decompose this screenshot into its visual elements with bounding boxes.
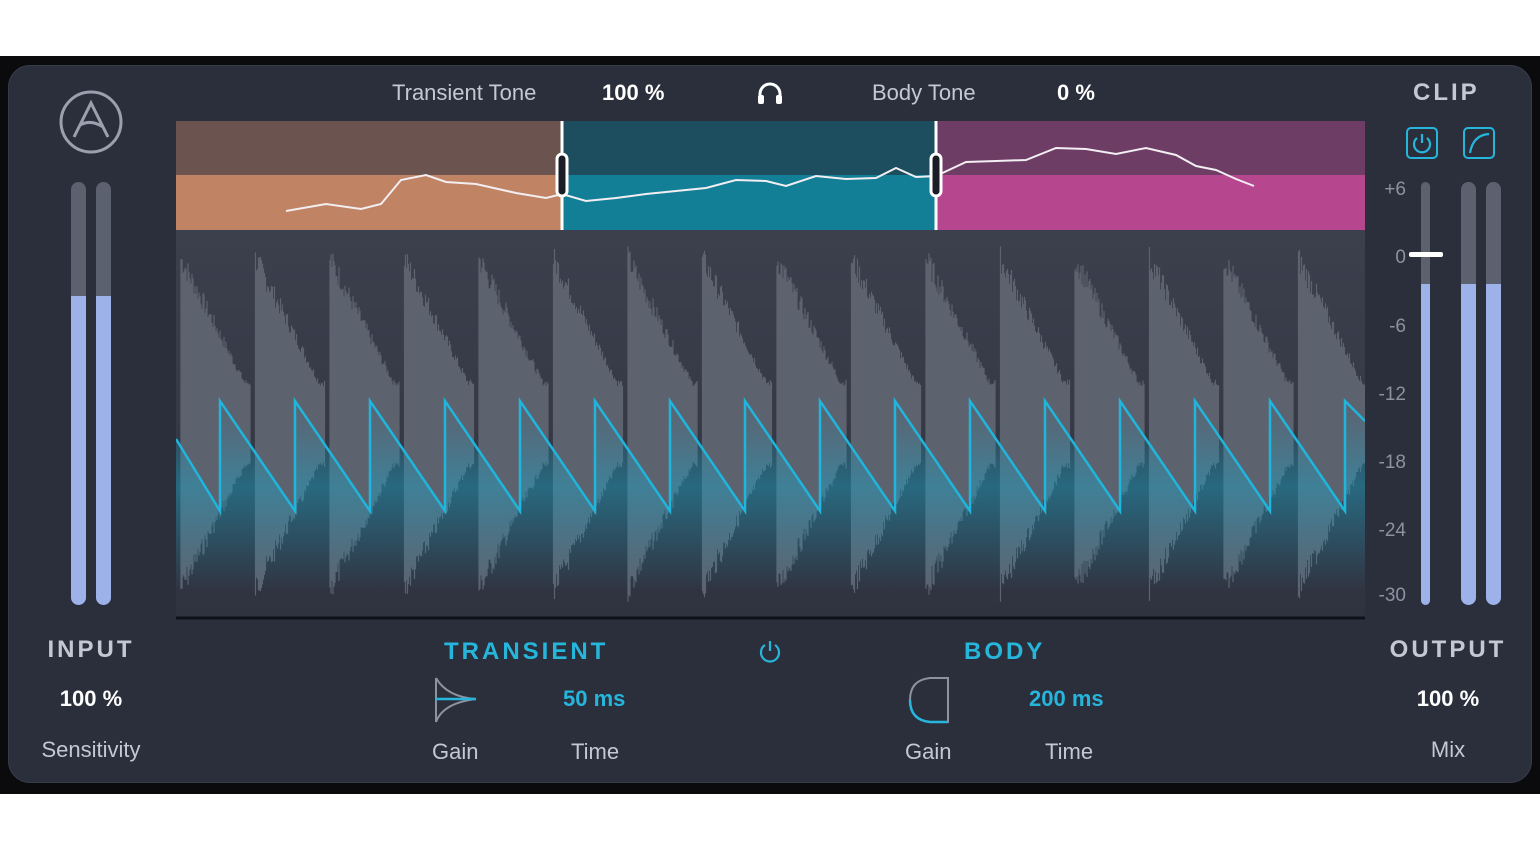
band-low-upper	[176, 121, 562, 175]
band-mid[interactable]	[562, 175, 936, 230]
output-meter-left-level	[1461, 283, 1476, 605]
splitter-mid-high-handle[interactable]	[929, 152, 943, 198]
body-time-value[interactable]: 200 ms	[1029, 686, 1104, 712]
db-tick-label: 0	[1395, 247, 1406, 268]
body-gain-label: Gain	[905, 739, 952, 764]
input-meter-left-level	[71, 296, 86, 605]
output-meter-left	[1461, 182, 1476, 605]
output-fader-track[interactable]	[1421, 182, 1430, 605]
processing-power-icon[interactable]	[757, 638, 783, 664]
clip-curve-button[interactable]	[1463, 127, 1495, 159]
body-time-label: Time	[1045, 739, 1094, 764]
output-mix-label: Mix	[1430, 737, 1466, 762]
db-tick-label: -30	[1378, 585, 1406, 606]
db-tick-label: -6	[1389, 316, 1406, 337]
output-meter-right	[1486, 182, 1501, 605]
transient-tone-label: Transient Tone	[392, 80, 537, 105]
transient-time-label: Time	[571, 739, 620, 764]
transient-gain-label: Gain	[432, 739, 479, 764]
band-low[interactable]	[176, 175, 562, 230]
splitter-low-mid-handle[interactable]	[555, 152, 569, 198]
input-title: INPUT	[47, 636, 135, 663]
band-mid-upper	[562, 121, 936, 175]
output-fader-handle[interactable]	[1409, 252, 1443, 257]
output-title: OUTPUT	[1389, 636, 1507, 663]
db-tick-label: -24	[1378, 520, 1406, 541]
body-title: BODY	[964, 638, 1046, 665]
input-sensitivity-value[interactable]: 100 %	[26, 686, 156, 712]
transient-gain-icon[interactable]	[433, 675, 479, 725]
transient-time-value[interactable]: 50 ms	[563, 686, 625, 712]
headphones-icon[interactable]	[756, 80, 784, 106]
band-high[interactable]	[936, 175, 1365, 230]
clip-title: CLIP	[1413, 79, 1480, 106]
body-tone-label: Body Tone	[872, 80, 976, 105]
output-meter-right-level	[1486, 283, 1501, 605]
clip-power-button[interactable]	[1406, 127, 1438, 159]
power-icon	[1412, 134, 1432, 154]
band-high-upper	[936, 121, 1365, 175]
db-tick-label: -12	[1378, 384, 1406, 405]
input-sensitivity-label: Sensitivity	[41, 737, 141, 762]
output-fader-level	[1421, 283, 1430, 605]
input-meter-right-level	[96, 296, 111, 605]
transient-title: TRANSIENT	[444, 638, 609, 665]
transient-tone-value[interactable]: 100 %	[602, 80, 664, 106]
input-meter-right	[96, 182, 111, 605]
body-tone-value[interactable]: 0 %	[1057, 80, 1095, 106]
input-meter-left	[71, 182, 86, 605]
db-tick-label: -18	[1378, 452, 1406, 473]
body-gain-icon[interactable]	[906, 675, 952, 725]
db-tick-label: +6	[1384, 179, 1406, 200]
output-mix-value[interactable]: 100 %	[1378, 686, 1518, 712]
analysis-display	[176, 121, 1365, 620]
arturia-logo-icon	[59, 90, 123, 154]
curve-icon	[1468, 132, 1490, 154]
